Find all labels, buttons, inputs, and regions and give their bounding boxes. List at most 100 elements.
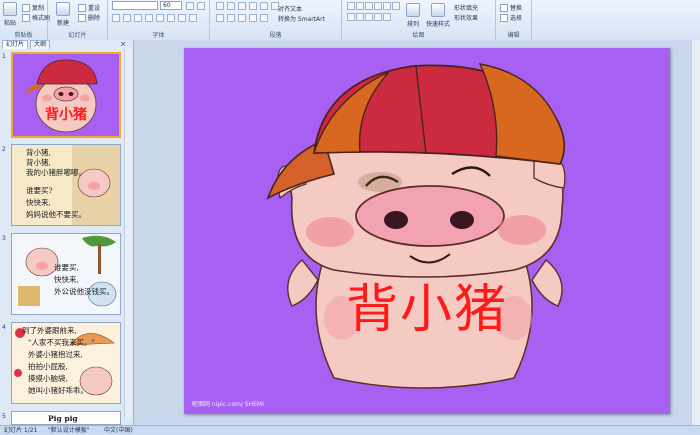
paste-icon (3, 2, 17, 16)
thumb-text-line: 妈妈说他不要买。 (26, 210, 86, 219)
thumb-text-line: 快快来, (54, 275, 79, 284)
distribute-icon[interactable] (260, 14, 268, 22)
slide-thumbnail-1[interactable]: 背小猪 (11, 52, 121, 138)
triangle-shape-icon[interactable] (383, 2, 391, 10)
thumb-text-line: 我的小猪胖嘟嘟。 (26, 168, 86, 177)
align-left-icon[interactable] (216, 14, 224, 22)
thumb-text-line: 谁要买, (54, 263, 79, 272)
select-icon (500, 13, 508, 22)
font-size-box[interactable]: 60 (160, 1, 182, 10)
slide-canvas: 背小猪 昵图网 nipic.com/ SHEMI (134, 40, 700, 425)
thumb-number: 1 (2, 53, 6, 60)
paragraph-group: 对齐文本 转换为 SmartArt 段落 (210, 0, 342, 40)
copy-icon (22, 3, 30, 12)
clipboard-group: 粘贴 复制 格式刷 剪贴板 (0, 0, 50, 40)
tab-outline[interactable]: 大纲 (30, 40, 51, 49)
curve-shape-icon[interactable] (347, 13, 355, 21)
format-painter-button[interactable]: 格式刷 (22, 13, 50, 22)
thumb-text-line: 外婆小猪抱过来, (28, 350, 83, 359)
line-spacing-icon[interactable] (260, 2, 268, 10)
spacing-icon[interactable] (167, 14, 175, 22)
tab-slides[interactable]: 幻灯片 (2, 40, 29, 49)
smartart-button[interactable]: 转换为 SmartArt (278, 14, 325, 23)
paragraph-label: 段落 (269, 32, 282, 39)
font-group: 60 字体 (108, 0, 210, 40)
slides-label: 幻灯片 (68, 32, 87, 39)
new-slide-icon (56, 2, 70, 16)
slide-thumbnail-4[interactable]: 到了外婆跟前来, "人家不买我来买。" 外婆小猪抱过来, 拍拍小屁股, 摸摸小脑… (11, 322, 121, 404)
align-text-button[interactable]: 对齐文本 (278, 4, 302, 13)
bold-icon[interactable] (112, 14, 120, 22)
strikethrough-icon[interactable] (156, 14, 164, 22)
drawing-label: 绘图 (412, 32, 425, 39)
pig-with-cap-illustration (266, 63, 566, 389)
shape-effects-button[interactable]: 形状效果 (454, 13, 478, 22)
thumb-text-line: 外公说他没钱买。 (54, 287, 114, 296)
indent-increase-icon[interactable] (249, 2, 257, 10)
current-slide: 背小猪 昵图网 nipic.com/ SHEMI (184, 48, 670, 414)
more-shapes-icon[interactable] (383, 13, 391, 21)
thumb-text-line: 谁要买? (26, 186, 53, 195)
thumb-number: 5 (2, 413, 6, 420)
shape-fill-button[interactable]: 形状填充 (454, 3, 478, 12)
thumb-number: 4 (2, 324, 6, 331)
thumb-number: 3 (2, 235, 6, 242)
reset-icon (78, 3, 86, 12)
pane-scrollbar[interactable] (124, 49, 132, 419)
bullets-icon[interactable] (216, 2, 224, 10)
arrow-shape-icon[interactable] (374, 2, 382, 10)
slides-group: 新建 重设 删除 幻灯片 (48, 0, 108, 40)
copy-button[interactable]: 复制 (22, 3, 44, 12)
paste-button[interactable]: 粘贴 (3, 2, 17, 27)
grow-font-icon[interactable] (186, 2, 194, 10)
thumb-text-line: "人家不买我来买。" (28, 338, 95, 347)
thumb-text-line: Pig pig (48, 414, 78, 423)
numbering-icon[interactable] (227, 2, 235, 10)
thumb-number: 2 (2, 146, 6, 153)
indent-decrease-icon[interactable] (238, 2, 246, 10)
clipboard-label: 剪贴板 (14, 32, 33, 39)
slide-title[interactable]: 背小猪 (184, 280, 670, 340)
delete-button[interactable]: 删除 (78, 13, 100, 22)
delete-icon (78, 13, 86, 22)
brace-shape-icon[interactable] (356, 13, 364, 21)
callout-shape-icon[interactable] (365, 13, 373, 21)
font-color-icon[interactable] (189, 14, 197, 22)
oval-shape-icon[interactable] (356, 2, 364, 10)
drawing-group: 排列 快速样式 形状填充 形状效果 绘图 (342, 0, 496, 40)
canvas-scrollbar[interactable] (691, 40, 700, 425)
underline-icon[interactable] (134, 14, 142, 22)
case-icon[interactable] (178, 14, 186, 22)
thumb-text-line: 她叫小猪好乖乖。 (28, 386, 88, 395)
shadow-icon[interactable] (145, 14, 153, 22)
block-arrow-shape-icon[interactable] (374, 13, 382, 21)
brush-icon (22, 13, 30, 22)
select-button[interactable]: 选择 (500, 13, 522, 22)
new-slide-button[interactable]: 新建 (56, 2, 70, 27)
rectangle-shape-icon[interactable] (347, 2, 355, 10)
quick-styles-icon (431, 3, 445, 17)
ribbon: 粘贴 复制 格式刷 剪贴板 新建 重设 删除 幻灯片 60 字体 对齐文本 转换… (0, 0, 700, 41)
italic-icon[interactable] (123, 14, 131, 22)
justify-icon[interactable] (249, 14, 257, 22)
thumb-text-line: 摸摸小脑袋, (28, 374, 68, 383)
shrink-font-icon[interactable] (197, 2, 205, 10)
arrange-button[interactable]: 排列 (406, 3, 420, 28)
replace-button[interactable]: 替换 (500, 3, 522, 12)
star-shape-icon[interactable] (392, 2, 400, 10)
slide-thumbnail-pane: 幻灯片 大纲 × 1 背小猪 2 背小猪, 背小猪, 我的小猪胖嘟嘟。 谁要买?… (0, 40, 134, 425)
editing-label: 编辑 (507, 32, 520, 39)
watermark-text: 昵图网 nipic.com/ SHEMI (192, 401, 264, 408)
align-right-icon[interactable] (238, 14, 246, 22)
slide-thumbnail-2[interactable]: 背小猪, 背小猪, 我的小猪胖嘟嘟。 谁要买? 快快来, 妈妈说他不要买。 (11, 144, 121, 226)
close-icon[interactable]: × (120, 40, 126, 48)
font-name-box[interactable] (112, 1, 158, 10)
line-shape-icon[interactable] (365, 2, 373, 10)
quick-styles-button[interactable]: 快速样式 (426, 3, 450, 28)
slide-thumbnail-5[interactable]: Pig pig (11, 411, 121, 425)
font-label: 字体 (152, 32, 165, 39)
reset-button[interactable]: 重设 (78, 3, 100, 12)
arrange-icon (406, 3, 420, 17)
slide-thumbnail-3[interactable]: 谁要买, 快快来, 外公说他没钱买。 (11, 233, 121, 315)
align-center-icon[interactable] (227, 14, 235, 22)
